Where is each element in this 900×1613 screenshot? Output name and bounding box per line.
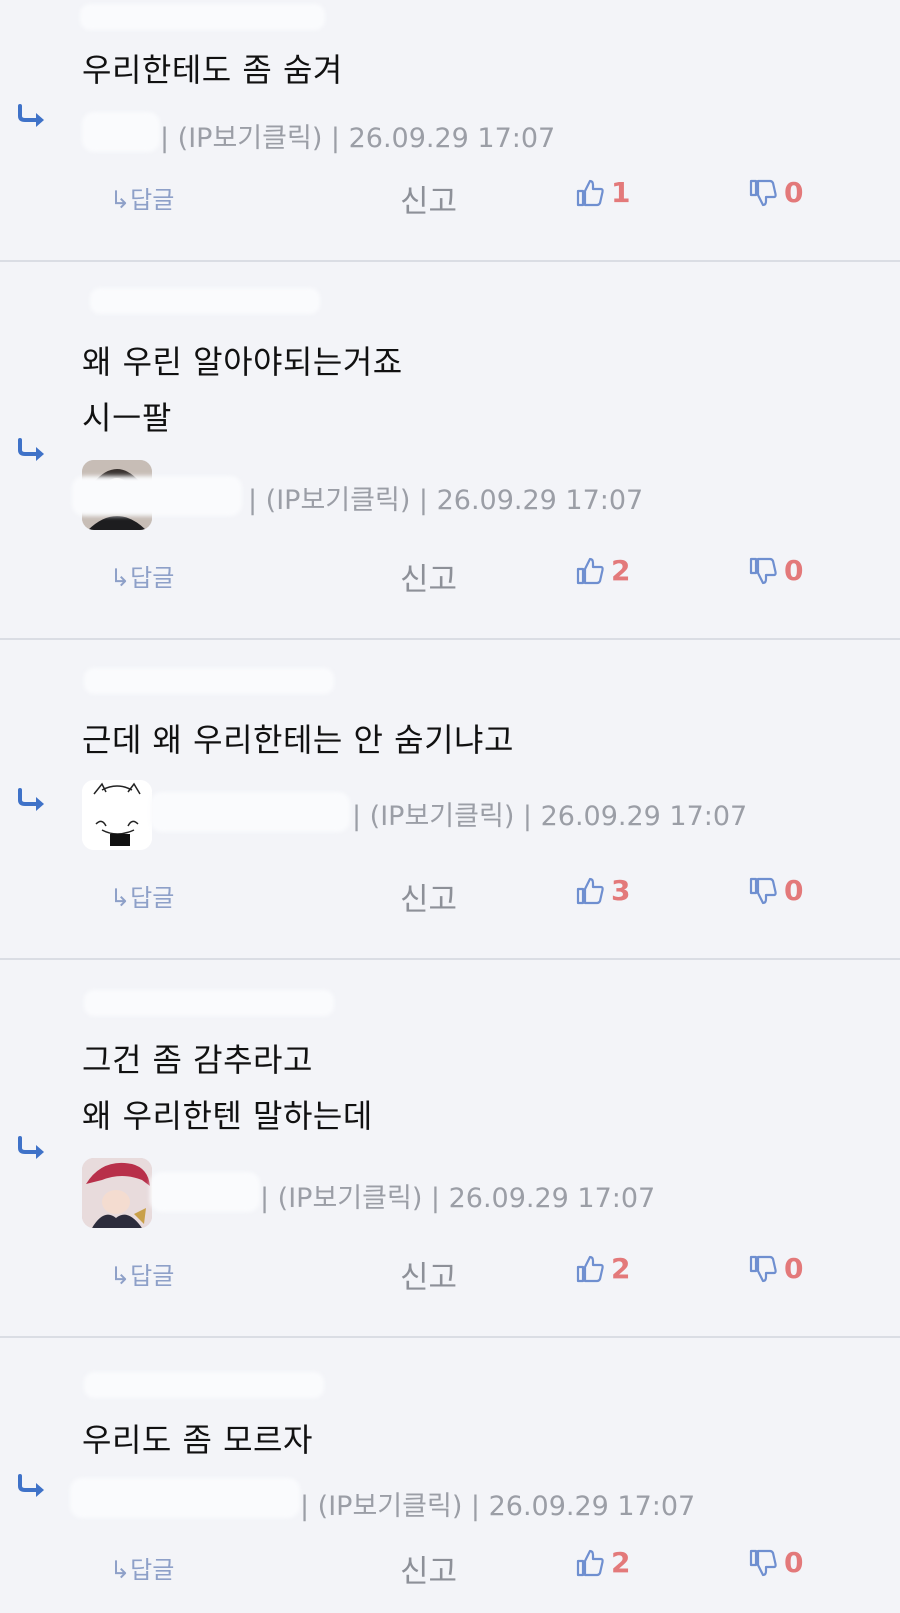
comment-item: 그건 좀 감추라고 왜 우리한텐 말하는데 | (IP보기클릭) | 26.09… [0,960,900,1338]
comment-text: 시ㅡ팔 [82,399,172,437]
thumbs-up-icon [576,179,604,206]
avatar[interactable] [82,1158,152,1228]
avatar-anime [82,1158,152,1228]
like-count: 3 [611,874,631,907]
thumbs-down-icon [749,1549,777,1576]
dislike-count: 0 [784,554,804,587]
comment-text: 우리도 좀 모르자 [82,1421,313,1459]
dislike-count: 0 [784,1546,804,1579]
dislike-count: 0 [784,1252,804,1285]
comment-item: 우리도 좀 모르자 | (IP보기클릭) | 26.09.29 17:07 ↳답… [0,1338,900,1613]
comment-actions: ↳답글 신고 2 0 [0,554,900,598]
report-button[interactable]: 신고 [400,554,457,599]
author-name-redacted [84,990,334,1016]
thumbs-up-icon [576,877,604,904]
comment-actions: ↳답글 신고 1 0 [0,176,900,220]
report-button[interactable]: 신고 [400,874,457,919]
author-name-redacted [70,1478,300,1518]
comment-meta: | (IP보기클릭) | 26.09.29 17:07 [248,485,644,516]
like-count: 1 [611,176,631,209]
author-name-redacted [84,668,334,694]
comment-actions: ↳답글 신고 2 0 [0,1252,900,1296]
report-button[interactable]: 신고 [400,176,457,221]
author-name-redacted [82,112,160,152]
comment-item: 왜 우린 알아야되는거죠 시ㅡ팔 | (IP보기클릭) | 26.09.29 1… [0,262,900,640]
like-button[interactable]: 1 [575,176,630,209]
thumbs-down-icon [749,1255,777,1282]
dislike-button[interactable]: 0 [748,1252,803,1285]
dislike-button[interactable]: 0 [748,874,803,907]
comment-text: 왜 우린 알아야되는거죠 [82,343,403,381]
comment-text: 왜 우리한텐 말하는데 [82,1097,373,1135]
author-name-redacted [84,1372,324,1398]
author-name-redacted [72,476,242,516]
comment-meta: | (IP보기클릭) | 26.09.29 17:07 [260,1183,656,1214]
like-button[interactable]: 3 [575,874,630,907]
avatar-sketch [82,780,152,850]
reply-button[interactable]: ↳답글 [110,180,174,215]
comment-text: 근데 왜 우리한테는 안 숨기냐고 [82,721,514,759]
report-button[interactable]: 신고 [400,1252,457,1297]
like-button[interactable]: 2 [575,1252,630,1285]
thumbs-down-icon [749,179,777,206]
author-name-redacted [150,1172,260,1212]
like-button[interactable]: 2 [575,554,630,587]
comment-item: 우리한테도 좀 숨겨 | (IP보기클릭) | 26.09.29 17:07 ↳… [0,0,900,262]
like-count: 2 [611,1546,631,1579]
avatar[interactable] [82,780,152,850]
thumbs-down-icon [749,877,777,904]
thumbs-up-icon [576,557,604,584]
reply-arrow-icon [18,438,44,461]
comment-item: 근데 왜 우리한테는 안 숨기냐고 | (IP보기클릭) | 26.09.29 … [0,640,900,960]
reply-button[interactable]: ↳답글 [110,878,174,913]
comment-meta: | (IP보기클릭) | 26.09.29 17:07 [160,123,556,154]
reply-arrow-icon [18,788,44,811]
like-count: 2 [611,1252,631,1285]
author-name-redacted [80,4,325,30]
reply-arrow-icon [18,104,44,127]
like-button[interactable]: 2 [575,1546,630,1579]
thumbs-down-icon [749,557,777,584]
dislike-button[interactable]: 0 [748,554,803,587]
dislike-count: 0 [784,176,804,209]
reply-button[interactable]: ↳답글 [110,1256,174,1291]
thumbs-up-icon [576,1549,604,1576]
reply-arrow-icon [18,1136,44,1159]
report-button[interactable]: 신고 [400,1546,457,1591]
author-name-redacted [90,288,320,314]
comment-text: 우리한테도 좀 숨겨 [82,51,343,89]
comment-meta: | (IP보기클릭) | 26.09.29 17:07 [352,801,748,832]
thumbs-up-icon [576,1255,604,1282]
reply-button[interactable]: ↳답글 [110,558,174,593]
reply-button[interactable]: ↳답글 [110,1550,174,1585]
reply-arrow-icon [18,1474,44,1497]
dislike-count: 0 [784,874,804,907]
dislike-button[interactable]: 0 [748,1546,803,1579]
author-name-redacted [150,792,350,832]
like-count: 2 [611,554,631,587]
comment-actions: ↳답글 신고 3 0 [0,874,900,918]
comment-actions: ↳답글 신고 2 0 [0,1546,900,1590]
dislike-button[interactable]: 0 [748,176,803,209]
comment-meta: | (IP보기클릭) | 26.09.29 17:07 [300,1491,696,1522]
comment-text: 그건 좀 감추라고 [82,1041,313,1079]
